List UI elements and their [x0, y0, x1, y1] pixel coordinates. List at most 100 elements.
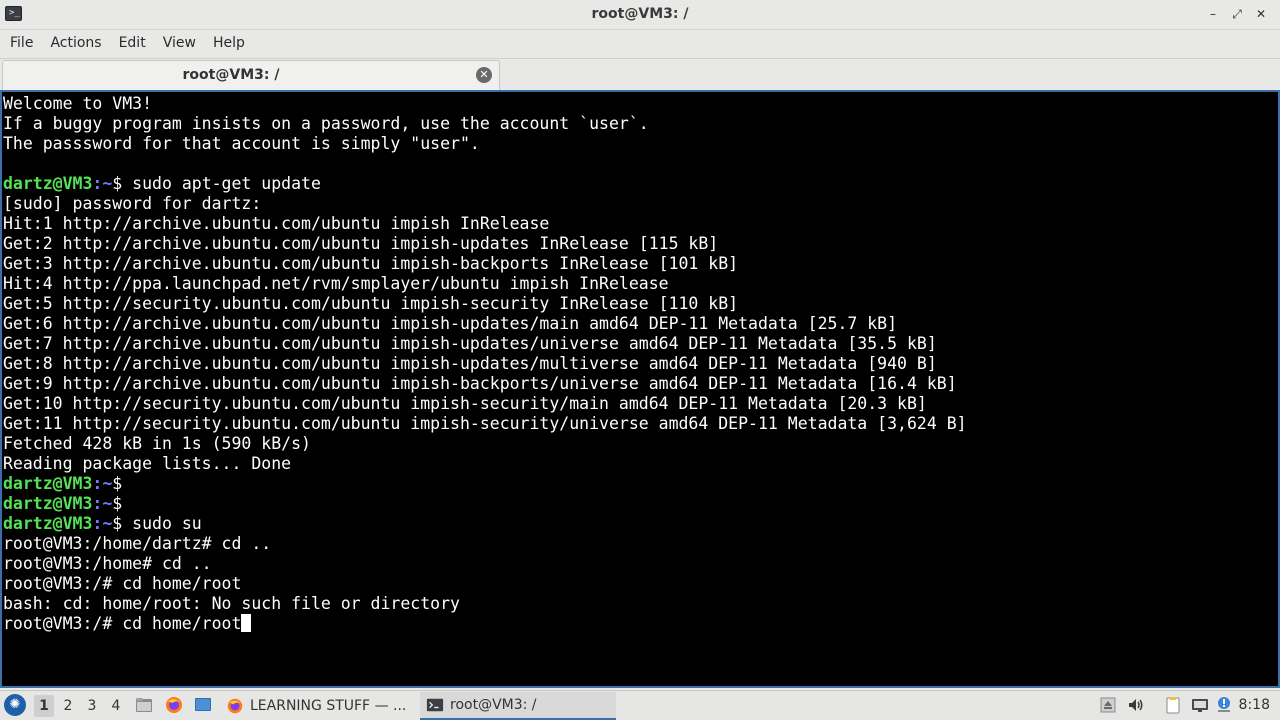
prompt-symbol: $: [112, 514, 133, 533]
terminal-line-text: The passsword for that account is simply…: [3, 134, 480, 153]
terminal-icon: [426, 698, 444, 712]
terminal-view[interactable]: Welcome to VM3! If a buggy program insist…: [0, 90, 1280, 688]
prompt-path: :~: [92, 174, 113, 193]
prompt-path: :~: [92, 474, 113, 493]
terminal-line: dartz@VM3:~$ sudo su: [3, 514, 967, 534]
prompt-path: :~: [92, 494, 113, 513]
menu-file[interactable]: File: [10, 35, 43, 51]
file-manager-icon[interactable]: [134, 695, 154, 715]
terminal-line: dartz@VM3:~$: [3, 494, 967, 514]
terminal-line: Reading package lists... Done: [3, 454, 967, 474]
network-icon[interactable]: [1190, 695, 1210, 715]
task-label: LEARNING STUFF — ...: [250, 698, 407, 714]
terminal-line-text: [sudo] password for dartz:: [3, 194, 262, 213]
terminal-line-text: sudo su: [132, 514, 202, 533]
prompt-user: dartz@VM3: [3, 174, 93, 193]
eject-icon[interactable]: [1098, 695, 1118, 715]
workspace-1[interactable]: 1: [34, 695, 54, 717]
title-bar: >_ root@VM3: / – ⤢ ✕: [0, 0, 1280, 30]
terminal-line: Get:5 http://security.ubuntu.com/ubuntu …: [3, 294, 967, 314]
prompt-user: dartz@VM3: [3, 494, 93, 513]
terminal-line: root@VM3:/# cd home/root: [3, 574, 967, 594]
terminal-line-text: Get:8 http://archive.ubuntu.com/ubuntu i…: [3, 354, 937, 373]
terminal-line: Get:7 http://archive.ubuntu.com/ubuntu i…: [3, 334, 967, 354]
task-terminal-window[interactable]: root@VM3: /: [420, 692, 616, 720]
terminal-line-text: Get:2 http://archive.ubuntu.com/ubuntu i…: [3, 234, 719, 253]
menu-edit[interactable]: Edit: [119, 35, 156, 51]
terminal-line: Get:11 http://security.ubuntu.com/ubuntu…: [3, 414, 967, 434]
terminal-line: Get:10 http://security.ubuntu.com/ubuntu…: [3, 394, 967, 414]
terminal-line: Get:8 http://archive.ubuntu.com/ubuntu i…: [3, 354, 967, 374]
terminal-line-text: Get:3 http://archive.ubuntu.com/ubuntu i…: [3, 254, 739, 273]
terminal-line: Get:9 http://archive.ubuntu.com/ubuntu i…: [3, 374, 967, 394]
terminal-line-text: Get:11 http://security.ubuntu.com/ubuntu…: [3, 414, 967, 433]
terminal-tab[interactable]: root@VM3: / ✕: [2, 60, 500, 90]
terminal-line: The passsword for that account is simply…: [3, 134, 967, 154]
terminal-line-text: Get:5 http://security.ubuntu.com/ubuntu …: [3, 294, 739, 313]
clipboard-icon[interactable]: [1163, 695, 1183, 715]
taskbar: ✺ 1 2 3 4 LEARNING STUFF — ... root@VM3:…: [0, 690, 1280, 720]
tab-bar: root@VM3: / ✕: [0, 58, 1280, 90]
terminal-line-text: Get:10 http://security.ubuntu.com/ubuntu…: [3, 394, 927, 413]
workspace-3[interactable]: 3: [82, 695, 102, 717]
tab-close-icon[interactable]: ✕: [476, 67, 492, 83]
terminal-line-text: root@VM3:/home# cd ..: [3, 554, 212, 573]
clock[interactable]: 8:18: [1239, 697, 1270, 713]
terminal-line: Hit:1 http://archive.ubuntu.com/ubuntu i…: [3, 214, 967, 234]
prompt-symbol: $: [112, 474, 123, 493]
task-label: root@VM3: /: [450, 697, 537, 713]
terminal-line: Hit:4 http://ppa.launchpad.net/rvm/smpla…: [3, 274, 967, 294]
menu-actions[interactable]: Actions: [50, 35, 111, 51]
terminal-line: Get:3 http://archive.ubuntu.com/ubuntu i…: [3, 254, 967, 274]
terminal-line: dartz@VM3:~$ sudo apt-get update: [3, 174, 967, 194]
tab-label: root@VM3: /: [182, 67, 280, 83]
menu-help[interactable]: Help: [213, 35, 255, 51]
task-firefox-window[interactable]: LEARNING STUFF — ...: [220, 692, 412, 720]
terminal-line: Welcome to VM3!: [3, 94, 967, 114]
terminal-line: [sudo] password for dartz:: [3, 194, 967, 214]
prompt-symbol: $: [112, 494, 123, 513]
terminal-line: root@VM3:/home# cd ..: [3, 554, 967, 574]
workspace-4[interactable]: 4: [106, 695, 126, 717]
terminal-line: bash: cd: home/root: No such file or dir…: [3, 594, 967, 614]
desktop-icon[interactable]: [193, 695, 213, 715]
terminal-line-text: Welcome to VM3!: [3, 94, 153, 113]
terminal-line: Get:2 http://archive.ubuntu.com/ubuntu i…: [3, 234, 967, 254]
menu-bar: File Actions Edit View Help: [0, 30, 1280, 56]
maximize-button[interactable]: ⤢: [1228, 5, 1246, 23]
update-icon[interactable]: [1214, 695, 1234, 715]
terminal-line-text: root@VM3:/# cd home/root: [3, 614, 242, 633]
terminal-line-text: Hit:4 http://ppa.launchpad.net/rvm/smpla…: [3, 274, 669, 293]
volume-icon[interactable]: [1126, 695, 1146, 715]
menu-view[interactable]: View: [163, 35, 206, 51]
terminal-line: Fetched 428 kB in 1s (590 kB/s): [3, 434, 967, 454]
terminal-line-text: Get:6 http://archive.ubuntu.com/ubuntu i…: [3, 314, 898, 333]
terminal-line: If a buggy program insists on a password…: [3, 114, 967, 134]
terminal-line-text: Fetched 428 kB in 1s (590 kB/s): [3, 434, 311, 453]
prompt-path: :~: [92, 514, 113, 533]
terminal-line-text: If a buggy program insists on a password…: [3, 114, 649, 133]
close-button[interactable]: ✕: [1252, 5, 1270, 23]
terminal-line-text: Hit:1 http://archive.ubuntu.com/ubuntu i…: [3, 214, 550, 233]
firefox-icon[interactable]: [164, 695, 184, 715]
terminal-line: Get:6 http://archive.ubuntu.com/ubuntu i…: [3, 314, 967, 334]
terminal-line: root@VM3:/home/dartz# cd ..: [3, 534, 967, 554]
firefox-icon: [227, 698, 243, 714]
workspace-2[interactable]: 2: [58, 695, 78, 717]
terminal-line-text: root@VM3:/# cd home/root: [3, 574, 242, 593]
terminal-line: root@VM3:/# cd home/root: [3, 614, 967, 634]
terminal-cursor: [241, 614, 252, 632]
start-menu-icon[interactable]: ✺: [4, 694, 26, 716]
prompt-symbol: $: [112, 174, 133, 193]
prompt-user: dartz@VM3: [3, 514, 93, 533]
terminal-line-text: bash: cd: home/root: No such file or dir…: [3, 594, 460, 613]
window-title: root@VM3: /: [591, 6, 689, 22]
terminal-line: dartz@VM3:~$: [3, 474, 967, 494]
window-controls: – ⤢ ✕: [1204, 5, 1270, 23]
terminal-output: Welcome to VM3! If a buggy program insist…: [3, 94, 967, 634]
minimize-button[interactable]: –: [1204, 5, 1222, 23]
terminal-line-text: Get:9 http://archive.ubuntu.com/ubuntu i…: [3, 374, 957, 393]
terminal-line-text: Get:7 http://archive.ubuntu.com/ubuntu i…: [3, 334, 937, 353]
prompt-user: dartz@VM3: [3, 474, 93, 493]
